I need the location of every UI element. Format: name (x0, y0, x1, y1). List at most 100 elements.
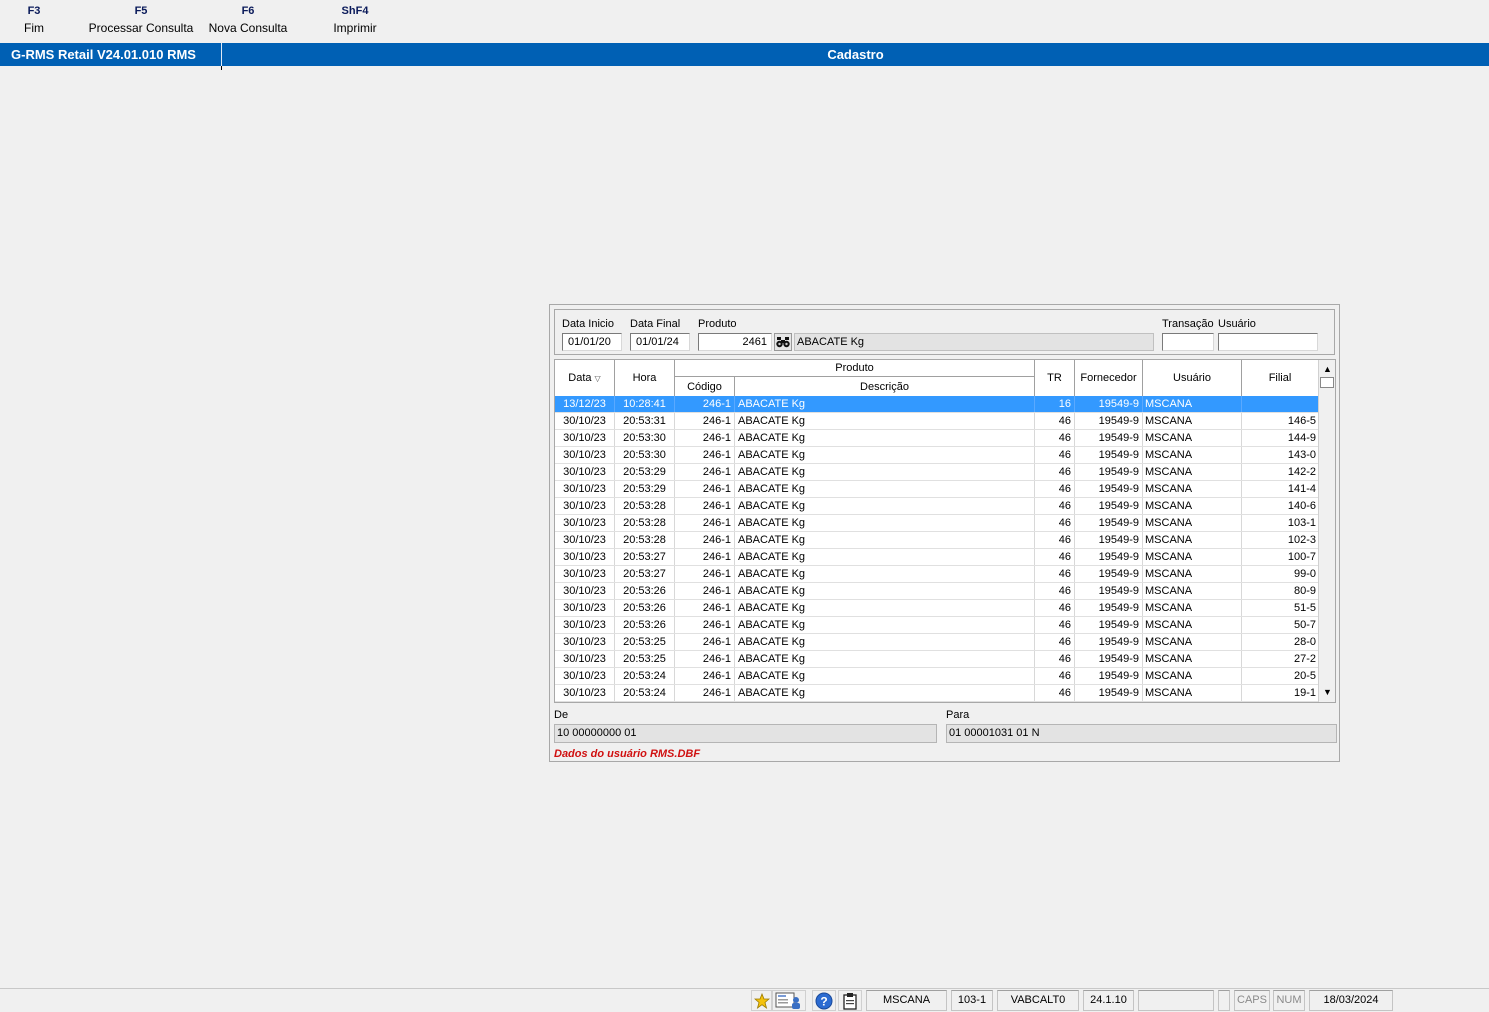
table-row[interactable]: 30/10/23 20:53:30 246-1 ABACATE Kg 46 19549-9… (555, 447, 1318, 464)
table-row[interactable]: 13/12/23 10:28:41 246-1 ABACATE Kg 16 19549-9… (555, 396, 1318, 413)
filter-group: Data Inicio 01/01/20 Data Final 01/01/24… (554, 309, 1335, 355)
col-descricao-label: Descrição (860, 380, 909, 393)
status-filial: 103-1 (951, 990, 993, 1011)
binoculars-icon[interactable] (774, 333, 792, 351)
cell-codigo: 246-1 (675, 685, 735, 701)
cell-descricao: ABACATE Kg (735, 651, 1035, 667)
cell-descricao: ABACATE Kg (735, 413, 1035, 429)
fim-label: Fim (24, 21, 44, 35)
cell-data: 30/10/23 (555, 481, 615, 497)
nova-consulta-label: Nova Consulta (208, 21, 288, 35)
cell-hora: 20:53:26 (615, 600, 675, 616)
col-tr-label: TR (1047, 372, 1062, 384)
table-row[interactable]: 30/10/23 20:53:24 246-1 ABACATE Kg 46 19549-9… (555, 685, 1318, 702)
table-row[interactable]: 30/10/23 20:53:26 246-1 ABACATE Kg 46 19549-9… (555, 600, 1318, 617)
table-row[interactable]: 30/10/23 20:53:28 246-1 ABACATE Kg 46 19549-9… (555, 515, 1318, 532)
cell-tr: 46 (1035, 668, 1075, 684)
produto-code-input[interactable]: 2461 (698, 333, 772, 351)
table-row[interactable]: 30/10/23 20:53:25 246-1 ABACATE Kg 46 19549-9… (555, 651, 1318, 668)
produto-label: Produto (698, 318, 737, 330)
cell-hora: 20:53:28 (615, 498, 675, 514)
cell-data: 30/10/23 (555, 600, 615, 616)
status-empty-small (1218, 990, 1230, 1011)
cell-tr: 16 (1035, 396, 1075, 412)
cell-codigo: 246-1 (675, 396, 735, 412)
para-label: Para (946, 709, 970, 721)
cell-fornecedor: 19549-9 (1075, 583, 1143, 599)
grid-scrollbar[interactable]: ▲ ▼ (1318, 360, 1335, 702)
col-data-label: Data (568, 372, 592, 384)
cell-filial: 19-1 (1293, 687, 1316, 699)
table-row[interactable]: 30/10/23 20:53:29 246-1 ABACATE Kg 46 19549-9… (555, 481, 1318, 498)
table-row[interactable]: 30/10/23 20:53:29 246-1 ABACATE Kg 46 19549-9… (555, 464, 1318, 481)
help-icon[interactable]: ? (812, 990, 836, 1011)
table-row[interactable]: 30/10/23 20:53:27 246-1 ABACATE Kg 46 19549-9… (555, 566, 1318, 583)
col-usuario-label: Usuário (1173, 372, 1211, 384)
usuario-input[interactable] (1218, 333, 1318, 351)
cell-descricao: ABACATE Kg (735, 634, 1035, 650)
cell-usuario: MSCANA (1143, 515, 1242, 531)
cell-filial: 140-6 (1287, 500, 1316, 512)
col-filial-label: Filial (1268, 372, 1292, 384)
cell-tr: 46 (1035, 600, 1075, 616)
col-descricao-header[interactable]: Descrição (735, 377, 1035, 396)
status-program: VABCALT0 (997, 990, 1079, 1011)
cell-codigo: 246-1 (675, 651, 735, 667)
table-row[interactable]: 30/10/23 20:53:30 246-1 ABACATE Kg 46 19549-9… (555, 430, 1318, 447)
table-row[interactable]: 30/10/23 20:53:24 246-1 ABACATE Kg 46 19549-9… (555, 668, 1318, 685)
col-hora-header[interactable]: Hora (615, 360, 675, 396)
cell-codigo: 246-1 (675, 515, 735, 531)
cell-hora: 20:53:30 (615, 430, 675, 446)
scroll-up-arrow-icon[interactable]: ▲ (1320, 361, 1335, 376)
cell-data: 30/10/23 (555, 549, 615, 565)
cell-hora: 20:53:24 (615, 685, 675, 701)
user-card-icon[interactable] (772, 990, 806, 1011)
imprimir-label: Imprimir (333, 21, 377, 35)
col-filial-header[interactable]: Filial (1242, 360, 1318, 396)
table-row[interactable]: 30/10/23 20:53:26 246-1 ABACATE Kg 46 19549-9… (555, 583, 1318, 600)
cell-fornecedor: 19549-9 (1075, 668, 1143, 684)
cell-descricao: ABACATE Kg (735, 668, 1035, 684)
col-codigo-header[interactable]: Código (675, 377, 735, 396)
cell-filial: 103-1 (1287, 517, 1316, 529)
cell-data: 30/10/23 (555, 634, 615, 650)
table-row[interactable]: 30/10/23 20:53:27 246-1 ABACATE Kg 46 19549-9… (555, 549, 1318, 566)
col-data-header[interactable]: Data ▽ (555, 360, 615, 396)
cell-hora: 20:53:29 (615, 464, 675, 480)
cell-fornecedor: 19549-9 (1075, 617, 1143, 633)
col-tr-header[interactable]: TR (1035, 360, 1075, 396)
cell-hora: 20:53:31 (615, 413, 675, 429)
favorites-star-icon[interactable] (751, 990, 772, 1011)
table-row[interactable]: 30/10/23 20:53:28 246-1 ABACATE Kg 46 19549-9… (555, 532, 1318, 549)
de-label: De (554, 709, 569, 721)
cell-data: 30/10/23 (555, 498, 615, 514)
cell-tr: 46 (1035, 617, 1075, 633)
cell-fornecedor: 19549-9 (1075, 651, 1143, 667)
scroll-thumb[interactable] (1320, 377, 1334, 388)
screen-title: Cadastro (827, 47, 884, 62)
cell-fornecedor: 19549-9 (1075, 498, 1143, 514)
cell-hora: 20:53:30 (615, 447, 675, 463)
table-row[interactable]: 30/10/23 20:53:26 246-1 ABACATE Kg 46 19549-9… (555, 617, 1318, 634)
nova-consulta-button[interactable]: F6 Nova Consulta (204, 3, 292, 37)
col-usuario-header[interactable]: Usuário (1143, 360, 1242, 396)
cell-codigo: 246-1 (675, 430, 735, 446)
cell-filial (1242, 396, 1318, 412)
scroll-down-arrow-icon[interactable]: ▼ (1320, 684, 1335, 699)
processar-consulta-button[interactable]: F5 Processar Consulta (86, 3, 196, 37)
imprimir-button[interactable]: ShF4 Imprimir (325, 3, 385, 37)
col-fornecedor-header[interactable]: Fornecedor (1075, 360, 1143, 396)
transacao-input[interactable] (1162, 333, 1214, 351)
table-row[interactable]: 30/10/23 20:53:31 246-1 ABACATE Kg 46 19549-9… (555, 413, 1318, 430)
fim-button[interactable]: F3 Fim (14, 3, 54, 37)
table-row[interactable]: 30/10/23 20:53:25 246-1 ABACATE Kg 46 19549-9… (555, 634, 1318, 651)
table-row[interactable]: 30/10/23 20:53:28 246-1 ABACATE Kg 46 19549-9… (555, 498, 1318, 515)
cell-data: 30/10/23 (555, 617, 615, 633)
cell-descricao: ABACATE Kg (735, 583, 1035, 599)
data-final-input[interactable]: 01/01/24 (630, 333, 690, 351)
data-inicio-input[interactable]: 01/01/20 (562, 333, 622, 351)
cell-data: 13/12/23 (555, 396, 615, 412)
clipboard-icon[interactable] (838, 990, 862, 1011)
nova-consulta-key: F6 (241, 5, 255, 17)
cell-tr: 46 (1035, 651, 1075, 667)
